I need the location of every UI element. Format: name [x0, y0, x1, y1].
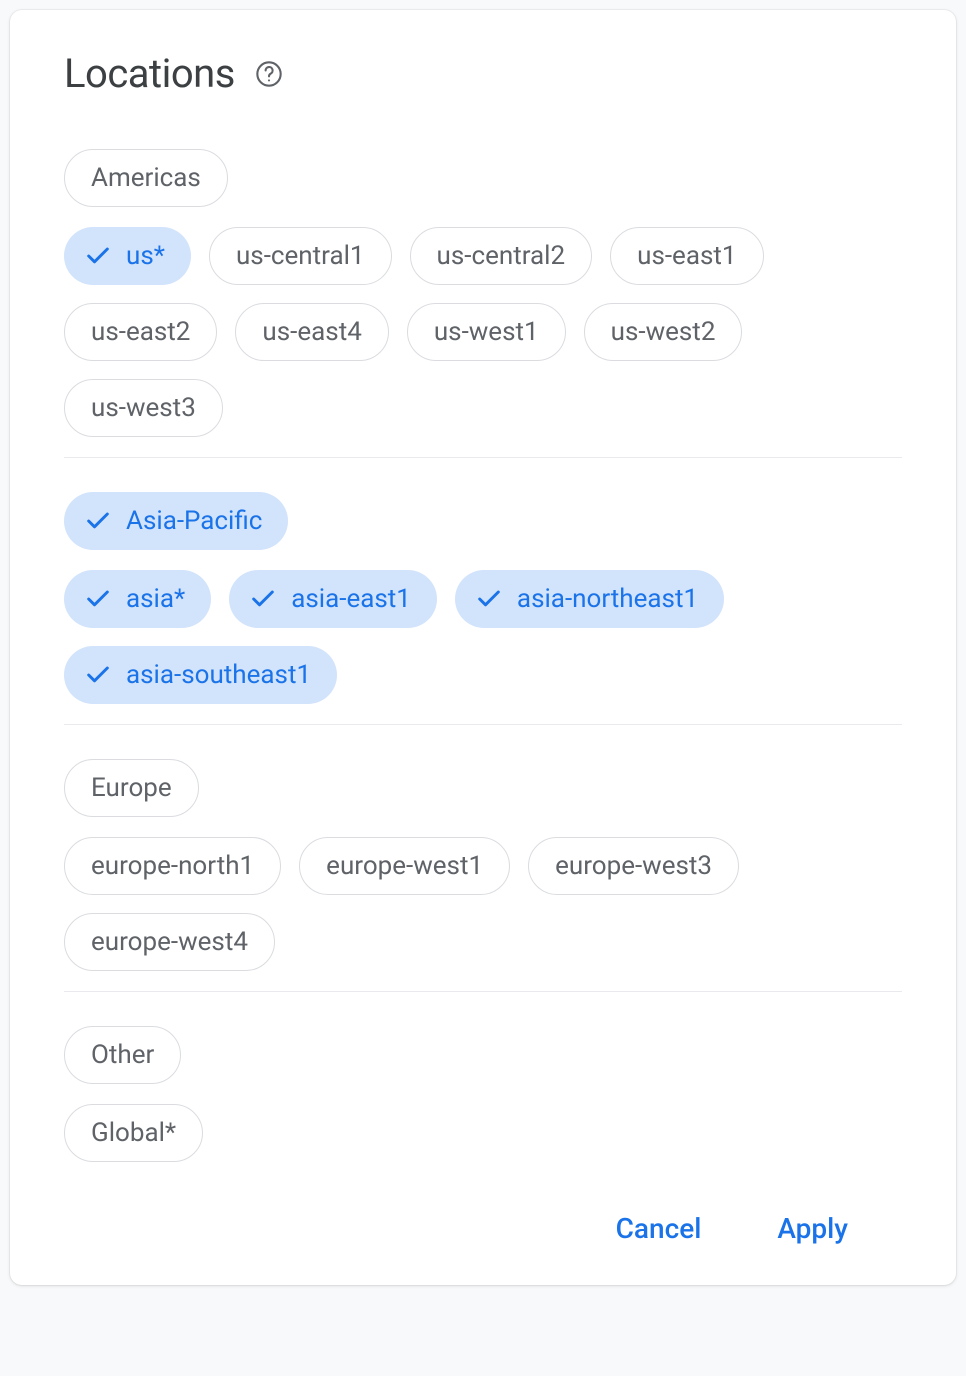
region-chip-row: europe-north1 europe-west1 europe-west3 eur… — [64, 837, 902, 971]
dialog-title: Locations — [64, 50, 235, 97]
region-chip-europe-north1-label: europe-north1 — [91, 851, 254, 881]
region-group-header-row: Other — [64, 1026, 902, 1084]
region-chip-europe-west1-label: europe-west1 — [326, 851, 483, 881]
check-icon — [84, 585, 112, 613]
check-icon — [249, 585, 277, 613]
region-chip-us-east4-label: us-east4 — [262, 317, 361, 347]
region-group-chip-asia-pacific-label: Asia-Pacific — [126, 506, 262, 536]
region-group-chip-europe[interactable]: Europe — [64, 759, 199, 817]
region-chip-us-east4[interactable]: us-east4 — [235, 303, 388, 361]
region-chip-asia-southeast1[interactable]: asia-southeast1 — [64, 646, 337, 704]
region-chip-europe-west4[interactable]: europe-west4 — [64, 913, 275, 971]
check-icon — [84, 661, 112, 689]
region-group-chip-other-label: Other — [91, 1040, 154, 1070]
region-chip-us-east2[interactable]: us-east2 — [64, 303, 217, 361]
region-group-chip-europe-label: Europe — [91, 773, 172, 803]
region-chip-asia-northeast1[interactable]: asia-northeast1 — [455, 570, 724, 628]
group-divider — [64, 724, 902, 725]
region-chip-europe-west3-label: europe-west3 — [555, 851, 712, 881]
region-chip-asia[interactable]: asia* — [64, 570, 211, 628]
region-chip-asia-northeast1-label: asia-northeast1 — [517, 584, 698, 614]
region-chip-us-east1-label: us-east1 — [637, 241, 736, 271]
region-chip-row: asia* asia-east1 asia-northeast1 asia-south… — [64, 570, 902, 704]
region-chip-asia-southeast1-label: asia-southeast1 — [126, 660, 311, 690]
region-group-chip-asia-pacific[interactable]: Asia-Pacific — [64, 492, 288, 550]
region-chip-us-label: us* — [126, 241, 165, 271]
region-chip-us[interactable]: us* — [64, 227, 191, 285]
check-icon — [84, 242, 112, 270]
region-chip-europe-west3[interactable]: europe-west3 — [528, 837, 739, 895]
check-icon — [475, 585, 503, 613]
region-chip-us-central2[interactable]: us-central2 — [410, 227, 593, 285]
region-group-header-row: Asia-Pacific — [64, 492, 902, 550]
region-chip-us-central1-label: us-central1 — [236, 241, 365, 271]
region-chip-us-west2[interactable]: us-west2 — [584, 303, 743, 361]
check-icon — [84, 507, 112, 535]
region-chip-row: us* us-central1 us-central2 us-east1 us-east… — [64, 227, 902, 437]
dialog-actions: Cancel Apply — [64, 1208, 902, 1249]
region-group-chip-americas-label: Americas — [91, 163, 201, 193]
region-group-chip-americas[interactable]: Americas — [64, 149, 228, 207]
region-chip-us-east2-label: us-east2 — [91, 317, 190, 347]
region-chip-us-west1[interactable]: us-west1 — [407, 303, 566, 361]
region-chip-europe-west1[interactable]: europe-west1 — [299, 837, 510, 895]
region-chip-asia-east1[interactable]: asia-east1 — [229, 570, 437, 628]
region-chip-us-west3[interactable]: us-west3 — [64, 379, 223, 437]
region-group-chip-other[interactable]: Other — [64, 1026, 181, 1084]
region-chip-us-east1[interactable]: us-east1 — [610, 227, 763, 285]
region-chip-asia-east1-label: asia-east1 — [291, 584, 411, 614]
help-icon[interactable] — [255, 60, 283, 88]
region-chip-global[interactable]: Global* — [64, 1104, 203, 1162]
region-chip-europe-west4-label: europe-west4 — [91, 927, 248, 957]
region-chip-europe-north1[interactable]: europe-north1 — [64, 837, 281, 895]
region-group-header-row: Europe — [64, 759, 902, 817]
region-chip-us-central1[interactable]: us-central1 — [209, 227, 392, 285]
cancel-button[interactable]: Cancel — [608, 1208, 710, 1249]
dialog-header: Locations — [64, 50, 902, 97]
region-chip-us-west2-label: us-west2 — [611, 317, 716, 347]
group-divider — [64, 457, 902, 458]
region-chip-asia-label: asia* — [126, 584, 185, 614]
region-chip-us-west1-label: us-west1 — [434, 317, 539, 347]
region-chip-row: Global* — [64, 1104, 902, 1162]
region-group-header-row: Americas — [64, 149, 902, 207]
region-chip-global-label: Global* — [91, 1118, 176, 1148]
group-divider — [64, 991, 902, 992]
region-chip-us-central2-label: us-central2 — [437, 241, 566, 271]
apply-button[interactable]: Apply — [769, 1208, 856, 1249]
locations-dialog: Locations Americas us* us-central1 us-centr… — [10, 10, 956, 1285]
region-chip-us-west3-label: us-west3 — [91, 393, 196, 423]
